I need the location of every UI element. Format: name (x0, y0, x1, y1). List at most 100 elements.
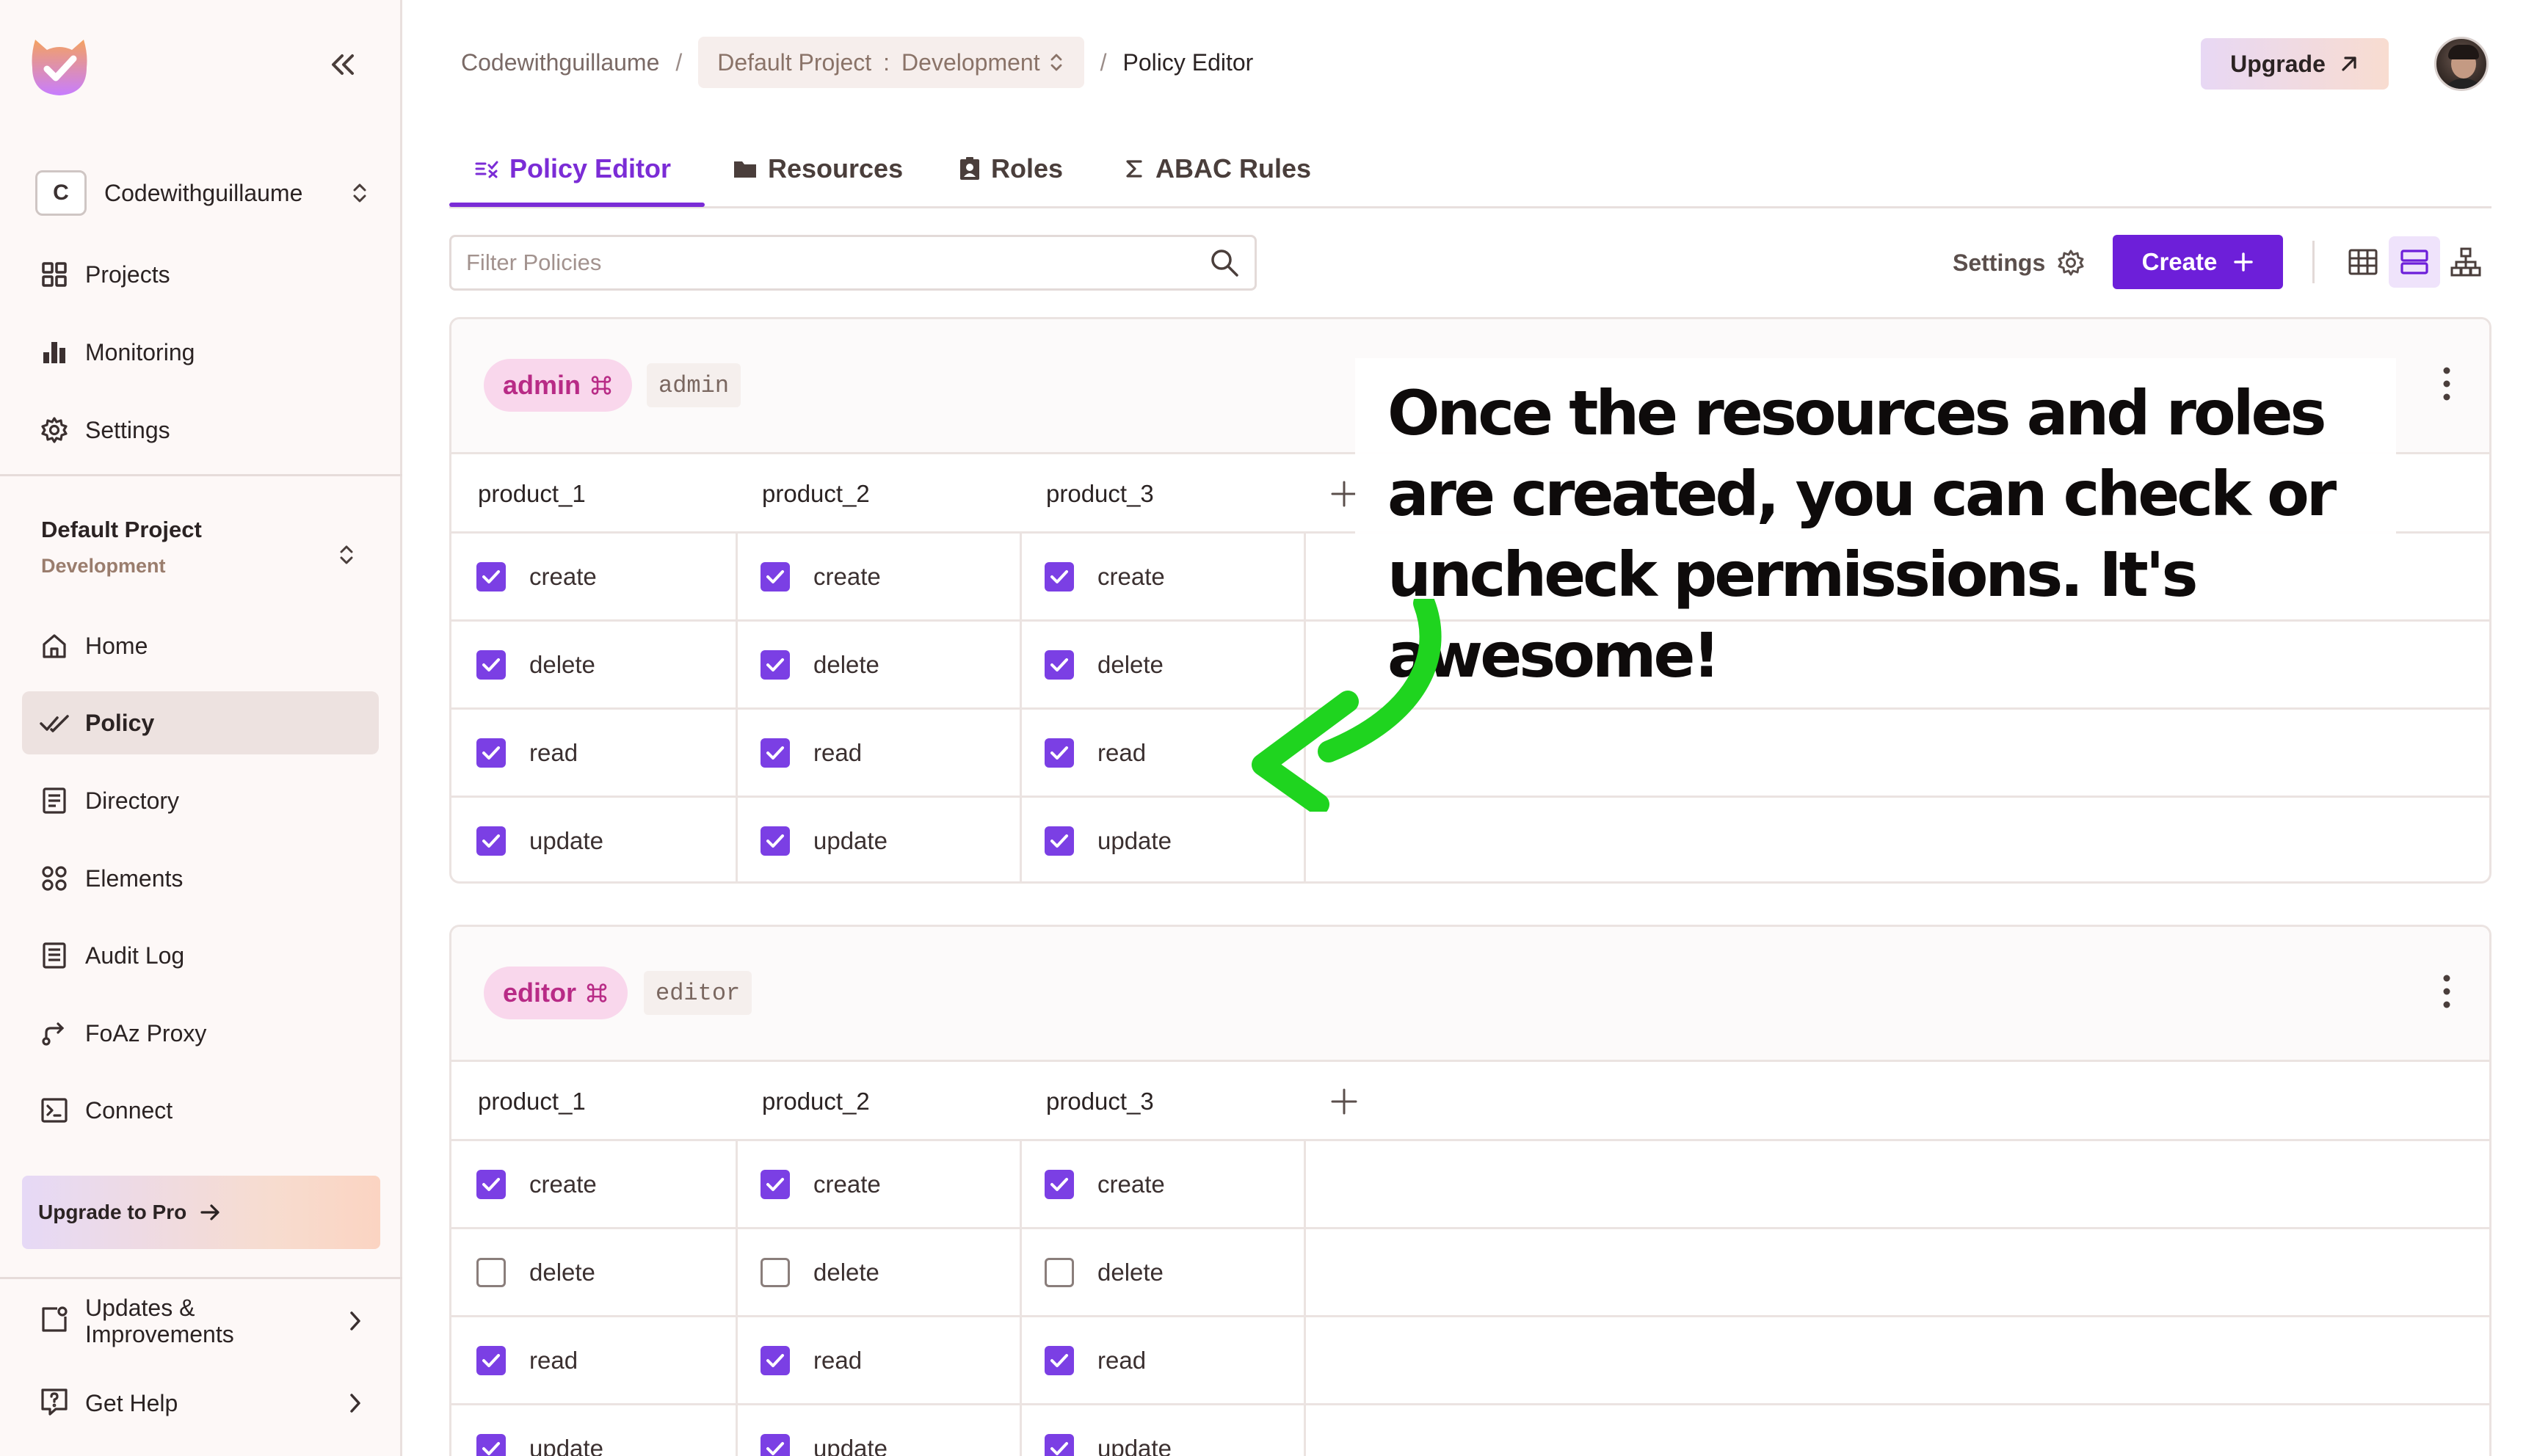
permission-checkbox-checked[interactable] (761, 738, 790, 768)
sidebar-item-monitoring[interactable]: Monitoring (22, 321, 379, 384)
command-icon (587, 983, 607, 1002)
sidebar-item-audit-log[interactable]: Audit Log (22, 924, 379, 987)
more-options-icon[interactable] (2439, 362, 2454, 406)
sidebar-item-policy[interactable]: Policy (22, 691, 379, 754)
sidebar-item-connect[interactable]: Connect (22, 1079, 379, 1142)
org-switcher[interactable]: C Codewithguillaume (35, 170, 373, 216)
permission-checkbox-checked[interactable] (476, 826, 506, 856)
permission-checkbox-checked[interactable] (761, 826, 790, 856)
permission-cell[interactable]: update (1045, 798, 1172, 881)
upgrade-button[interactable]: Upgrade (2201, 38, 2389, 90)
permission-checkbox-checked[interactable] (476, 561, 506, 592)
add-resource-icon[interactable] (1329, 1087, 1359, 1116)
permission-cell[interactable]: update (476, 1405, 603, 1456)
permission-checkbox-unchecked[interactable] (1045, 1257, 1074, 1287)
permission-cell[interactable]: create (761, 1141, 881, 1227)
permission-checkbox-checked[interactable] (1045, 1169, 1074, 1199)
permission-checkbox-checked[interactable] (1045, 738, 1074, 768)
tab-resources[interactable]: Resources (733, 129, 903, 208)
breadcrumb-project-switcher[interactable]: Default Project : Development (698, 37, 1084, 88)
permission-cell[interactable]: create (761, 534, 881, 619)
hierarchy-view-button[interactable] (2440, 236, 2491, 288)
permission-cell[interactable]: create (1045, 1141, 1165, 1227)
sidebar-item-foaz-proxy[interactable]: FoAz Proxy (22, 1002, 379, 1065)
sidebar-item-projects[interactable]: Projects (22, 243, 379, 306)
permission-checkbox-checked[interactable] (476, 738, 506, 768)
permission-checkbox-checked[interactable] (761, 1345, 790, 1375)
chevron-updown-icon[interactable] (333, 542, 360, 568)
permission-checkbox-unchecked[interactable] (476, 1257, 506, 1287)
permission-cell[interactable]: read (761, 1317, 862, 1403)
updates-icon (40, 1305, 69, 1338)
create-button[interactable]: Create (2113, 235, 2283, 289)
policy-settings-button[interactable]: Settings (1953, 239, 2085, 286)
sidebar-item-label: Projects (85, 261, 170, 288)
permission-cell[interactable]: create (476, 534, 597, 619)
permission-checkbox-checked[interactable] (761, 1169, 790, 1199)
permission-checkbox-checked[interactable] (1045, 1345, 1074, 1375)
plus-icon (2234, 252, 2254, 272)
tab-policy-editor[interactable]: Policy Editor (474, 129, 671, 208)
upgrade-to-pro-button[interactable]: Upgrade to Pro (22, 1176, 380, 1249)
tab-label: ABAC Rules (1155, 153, 1312, 183)
search-icon[interactable] (1209, 247, 1240, 278)
permission-checkbox-checked[interactable] (761, 1433, 790, 1456)
role-pill[interactable]: editor (484, 967, 628, 1019)
permission-cell[interactable]: delete (476, 1229, 595, 1315)
permission-cell[interactable]: update (761, 1405, 888, 1456)
permission-cell[interactable]: read (1045, 1317, 1146, 1403)
permission-cell[interactable]: delete (1045, 1229, 1164, 1315)
permission-checkbox-checked[interactable] (476, 1345, 506, 1375)
permission-cell[interactable]: delete (1045, 622, 1164, 707)
table-view-button[interactable] (2337, 236, 2389, 288)
permission-cell[interactable]: update (476, 798, 603, 881)
permission-checkbox-checked[interactable] (1045, 1433, 1074, 1456)
tab-roles[interactable]: Roles (959, 129, 1063, 208)
add-resource-icon[interactable] (1329, 479, 1359, 509)
permission-checkbox-checked[interactable] (476, 1433, 506, 1456)
permission-checkbox-checked[interactable] (476, 649, 506, 680)
role-pill[interactable]: admin (484, 359, 633, 412)
permission-cell[interactable]: read (761, 710, 862, 796)
breadcrumb-org[interactable]: Codewithguillaume (461, 49, 659, 76)
permission-cell[interactable]: delete (761, 622, 879, 707)
project-switcher[interactable]: Default Project Development (41, 517, 364, 578)
sidebar-item-get-help[interactable]: Get Help (40, 1387, 363, 1419)
user-avatar[interactable] (2434, 37, 2489, 91)
permission-checkbox-checked[interactable] (1045, 561, 1074, 592)
permission-checkbox-unchecked[interactable] (761, 1257, 790, 1287)
permission-checkbox-checked[interactable] (761, 649, 790, 680)
home-icon (40, 631, 69, 660)
permission-checkbox-checked[interactable] (1045, 826, 1074, 856)
permission-cell[interactable]: read (476, 1317, 578, 1403)
tab-bar: Policy Editor Resources Roles ABAC Rules (449, 129, 2491, 208)
sidebar-item-updates[interactable]: Updates & Improvements (40, 1292, 363, 1350)
permission-checkbox-checked[interactable] (476, 1169, 506, 1199)
filter-policies-field[interactable] (449, 235, 1257, 291)
permission-cell[interactable]: create (1045, 534, 1165, 619)
arrow-right-icon (200, 1204, 219, 1220)
action-label: delete (529, 1258, 595, 1286)
permission-cell[interactable]: update (1045, 1405, 1172, 1456)
permission-cell[interactable]: read (476, 710, 578, 796)
permission-cell[interactable]: delete (761, 1229, 879, 1315)
sidebar-item-home[interactable]: Home (22, 614, 379, 677)
permission-cell[interactable]: update (761, 798, 888, 881)
permission-row: delete delete delete (451, 1229, 2489, 1317)
sidebar-item-elements[interactable]: Elements (22, 847, 379, 910)
permission-cell[interactable]: read (1045, 710, 1146, 796)
action-label: create (813, 562, 881, 590)
more-options-icon[interactable] (2439, 969, 2454, 1013)
permission-checkbox-checked[interactable] (1045, 649, 1074, 680)
permission-checkbox-checked[interactable] (761, 561, 790, 592)
column-divider (1304, 1141, 1306, 1456)
app-logo[interactable] (29, 32, 90, 98)
tab-abac-rules[interactable]: ABAC Rules (1123, 129, 1311, 208)
sidebar-item-directory[interactable]: Directory (22, 769, 379, 832)
collapse-sidebar-button[interactable] (323, 48, 363, 81)
permission-cell[interactable]: delete (476, 622, 595, 707)
rows-view-button[interactable] (2389, 236, 2440, 288)
sidebar-item-settings[interactable]: Settings (22, 398, 379, 462)
permission-cell[interactable]: create (476, 1141, 597, 1227)
filter-policies-input[interactable] (466, 250, 1209, 276)
